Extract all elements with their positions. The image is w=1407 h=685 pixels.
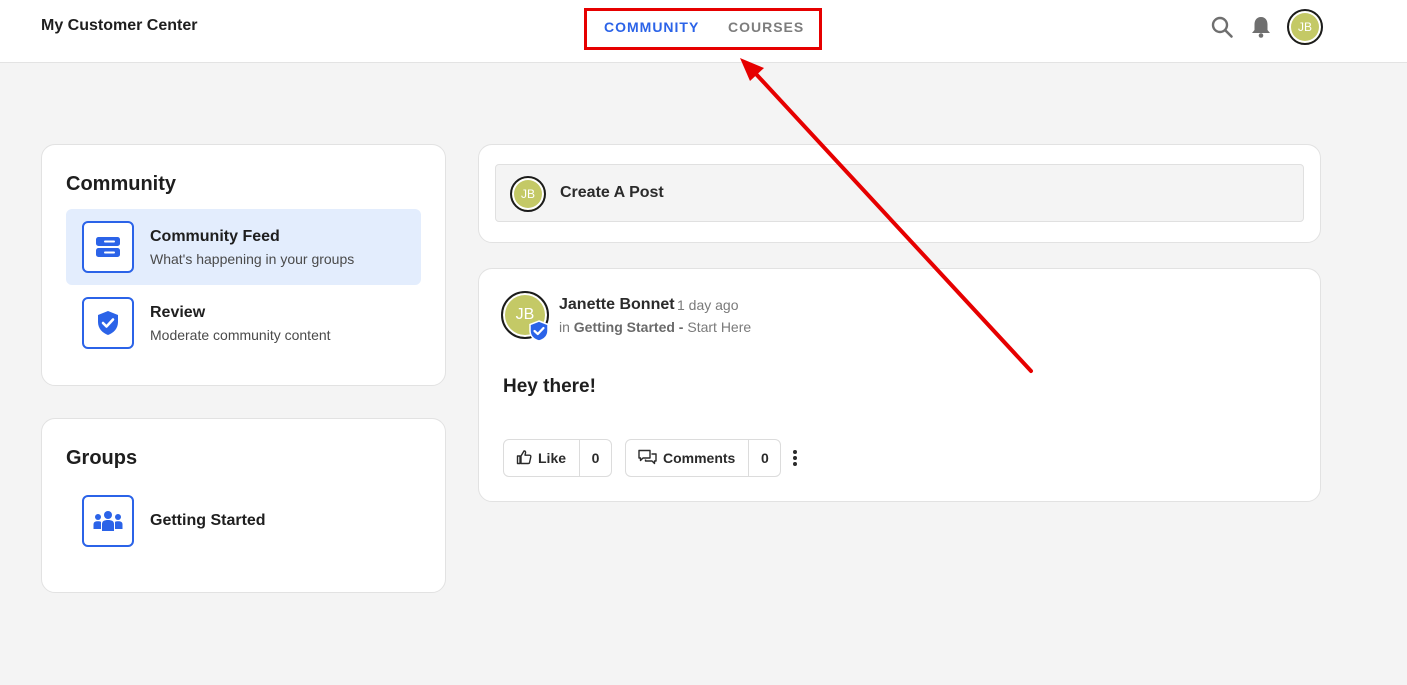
top-header: My Customer Center COMMUNITY COURSES JB — [0, 0, 1407, 63]
avatar: JB — [510, 176, 546, 212]
post-group-link[interactable]: Getting Started - — [574, 319, 684, 335]
main-nav: COMMUNITY COURSES — [584, 8, 822, 50]
tab-courses[interactable]: COURSES — [728, 19, 804, 35]
sidebar-item-getting-started[interactable]: Getting Started — [66, 483, 421, 559]
sidebar-item-sublabel: What's happening in your groups — [150, 251, 355, 267]
comments-icon — [638, 449, 657, 468]
thumbs-up-icon — [516, 449, 532, 468]
user-avatar[interactable]: JB — [1287, 9, 1323, 45]
sidebar-item-review[interactable]: Review Moderate community content — [66, 285, 421, 361]
post-body: Hey there! — [503, 376, 596, 397]
comments-count: 0 — [748, 440, 780, 476]
tab-community[interactable]: COMMUNITY — [604, 19, 699, 35]
post-meta-prefix: in — [559, 319, 570, 335]
groups-card-title: Groups — [66, 447, 138, 469]
feed-icon — [82, 221, 134, 273]
comments-label: Comments — [663, 450, 736, 466]
group-icon — [82, 495, 134, 547]
comments-button[interactable]: Comments — [626, 440, 748, 476]
verified-badge-icon — [528, 320, 550, 342]
like-count: 0 — [579, 440, 611, 476]
post-author[interactable]: Janette Bonnet — [559, 296, 675, 314]
community-card-title: Community — [66, 173, 176, 195]
create-post-button[interactable]: JB Create A Post — [495, 164, 1304, 222]
sidebar-item-sublabel: Moderate community content — [150, 327, 331, 343]
groups-card: Groups Getting Started — [41, 418, 446, 593]
post-timestamp: 1 day ago — [677, 297, 739, 313]
brand-title[interactable]: My Customer Center — [41, 17, 197, 35]
more-options-icon[interactable] — [787, 447, 803, 469]
like-label: Like — [538, 450, 567, 466]
sidebar-item-label: Review — [150, 304, 206, 321]
sidebar-item-community-feed[interactable]: Community Feed What's happening in your … — [66, 209, 421, 285]
community-card: Community Community Feed What's happenin… — [41, 144, 446, 386]
create-post-label: Create A Post — [560, 184, 664, 201]
post-card: JB Janette Bonnet 1 day ago in Getting S… — [478, 268, 1321, 502]
sidebar-item-label: Community Feed — [150, 228, 280, 245]
like-action: Like 0 — [503, 439, 613, 477]
create-post-card: JB Create A Post — [478, 144, 1321, 243]
post-group-suffix[interactable]: Start Here — [687, 319, 751, 335]
like-button[interactable]: Like — [504, 440, 579, 476]
shield-check-icon — [82, 297, 134, 349]
search-icon[interactable] — [1210, 15, 1234, 39]
comments-action: Comments 0 — [625, 439, 782, 477]
post-group-meta: in Getting Started - Start Here — [559, 319, 751, 335]
bell-icon[interactable] — [1250, 15, 1272, 39]
sidebar-item-label: Getting Started — [150, 512, 266, 529]
